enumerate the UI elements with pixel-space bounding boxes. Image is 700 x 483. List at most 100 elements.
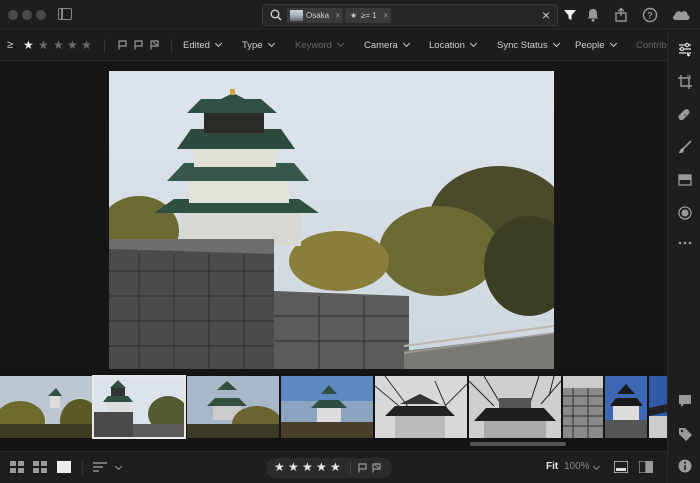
chevron-down-icon — [267, 39, 275, 48]
filmstrip-thumbnail[interactable] — [605, 376, 647, 438]
chevron-down-icon — [592, 462, 601, 471]
clear-search-button[interactable]: × — [542, 7, 550, 23]
filmstrip-thumbnail[interactable] — [281, 376, 373, 438]
flag-unflagged-icon[interactable] — [134, 40, 143, 50]
close-window-button[interactable] — [8, 10, 18, 20]
cloud-sync-icon[interactable] — [670, 6, 692, 24]
filmstrip — [0, 373, 667, 451]
filter-star-5[interactable]: ★ — [81, 38, 92, 52]
rating-star-4[interactable]: ★ — [316, 460, 327, 474]
filmstrip-thumbnail[interactable] — [563, 376, 603, 438]
sidebar-toggle-icon[interactable] — [58, 8, 72, 20]
zoom-menu-button[interactable] — [592, 461, 602, 471]
chevron-down-icon — [469, 39, 477, 48]
help-icon[interactable]: ? — [641, 6, 659, 24]
edit-tools-panel — [667, 31, 700, 483]
flag-picked-icon[interactable] — [118, 40, 127, 50]
more-options-icon[interactable] — [677, 235, 693, 251]
search-chip-location[interactable]: Osaka × — [287, 8, 343, 23]
maximize-window-button[interactable] — [36, 10, 46, 20]
filmstrip-thumbnail[interactable] — [187, 376, 279, 438]
chip-remove-icon[interactable]: × — [383, 8, 388, 23]
main-photo — [109, 71, 554, 369]
filmstrip-thumbnail-selected[interactable] — [92, 375, 186, 439]
filmstrip-thumbnail[interactable] — [375, 376, 467, 438]
detail-view-icon[interactable] — [57, 461, 71, 473]
healing-brush-icon[interactable] — [677, 107, 693, 123]
filmstrip-thumbnail[interactable] — [469, 376, 561, 438]
chip-thumbnail — [290, 10, 303, 21]
rating-star-2[interactable]: ★ — [288, 460, 299, 474]
photo-viewer[interactable] — [0, 62, 667, 372]
flag-rejected-icon[interactable] — [372, 463, 381, 473]
filter-label: Contrib — [636, 40, 667, 51]
bottom-toolbar: ★ ★ ★ ★ ★ Fit 100% — [0, 451, 667, 483]
filmstrip-thumbnail[interactable] — [649, 376, 667, 438]
flag-rejected-icon[interactable] — [150, 40, 159, 50]
chevron-down-icon — [336, 39, 345, 48]
notification-bell-icon[interactable] — [584, 6, 602, 24]
filter-label: Edited — [183, 40, 210, 51]
linear-gradient-icon[interactable] — [677, 172, 693, 188]
filter-people[interactable]: People — [575, 39, 617, 51]
rating-star-5[interactable]: ★ — [330, 460, 341, 474]
brush-icon[interactable] — [677, 139, 693, 155]
filter-label: Keyword — [295, 40, 332, 51]
sort-menu-button[interactable] — [114, 461, 123, 471]
filter-label: People — [575, 40, 605, 51]
tag-icon[interactable] — [677, 426, 693, 442]
photo-grid-view-icon[interactable] — [33, 461, 47, 473]
share-icon[interactable] — [612, 6, 630, 24]
filter-label: Location — [429, 40, 465, 51]
chevron-down-icon — [214, 39, 222, 48]
filter-camera[interactable]: Camera — [364, 39, 410, 51]
filmstrip-scrollbar[interactable] — [0, 442, 667, 447]
chevron-down-icon — [552, 39, 560, 48]
filmstrip-toggle-icon[interactable] — [614, 461, 628, 473]
rating-star-1[interactable]: ★ — [274, 460, 285, 474]
zoom-100-button[interactable]: 100% — [564, 461, 590, 472]
filter-location[interactable]: Location — [429, 39, 477, 51]
search-chip-rating[interactable]: ★ ≥= 1 × — [345, 8, 391, 23]
chip-remove-icon[interactable]: × — [335, 8, 340, 23]
divider — [82, 460, 83, 476]
chevron-down-icon — [402, 39, 410, 48]
photo-rating-control[interactable]: ★ ★ ★ ★ ★ — [266, 458, 392, 478]
filter-star-2[interactable]: ★ — [38, 38, 49, 52]
flag-picked-icon[interactable] — [358, 463, 367, 473]
info-icon[interactable] — [677, 458, 693, 474]
sort-icon[interactable] — [93, 461, 107, 473]
rating-operator[interactable]: ≥ — [7, 39, 13, 51]
filter-label: Camera — [364, 40, 398, 51]
search-icon — [270, 9, 282, 21]
radial-gradient-icon[interactable] — [677, 205, 693, 221]
crop-icon[interactable] — [677, 74, 693, 90]
filter-star-4[interactable]: ★ — [67, 38, 78, 52]
filter-label: Sync Status — [497, 40, 548, 51]
svg-text:?: ? — [647, 11, 653, 21]
filter-edited[interactable]: Edited — [183, 39, 222, 51]
divider — [171, 39, 172, 53]
rating-star-3[interactable]: ★ — [302, 460, 313, 474]
divider — [350, 462, 351, 474]
star-icon: ★ — [350, 11, 358, 20]
divider — [104, 39, 105, 53]
search-bar[interactable]: Osaka × ★ ≥= 1 × × — [262, 4, 558, 26]
chevron-down-icon — [114, 462, 123, 471]
compare-view-icon[interactable] — [639, 461, 653, 473]
filter-type[interactable]: Type — [242, 39, 275, 51]
square-grid-view-icon[interactable] — [10, 461, 24, 473]
fit-zoom-button[interactable]: Fit — [546, 461, 558, 472]
filter-star-3[interactable]: ★ — [53, 38, 64, 52]
filter-contributor: Contrib — [636, 40, 667, 51]
title-bar: Osaka × ★ ≥= 1 × × ? — [0, 0, 700, 30]
chip-label: Osaka — [306, 11, 330, 20]
filter-star-1[interactable]: ★ — [23, 38, 34, 52]
filmstrip-thumbnail[interactable] — [0, 376, 92, 438]
filter-sync-status[interactable]: Sync Status — [497, 39, 560, 51]
filter-icon[interactable] — [561, 6, 579, 24]
minimize-window-button[interactable] — [22, 10, 32, 20]
comments-icon[interactable] — [677, 393, 693, 409]
edit-sliders-icon[interactable] — [677, 41, 693, 57]
scrollbar-thumb[interactable] — [470, 442, 566, 446]
